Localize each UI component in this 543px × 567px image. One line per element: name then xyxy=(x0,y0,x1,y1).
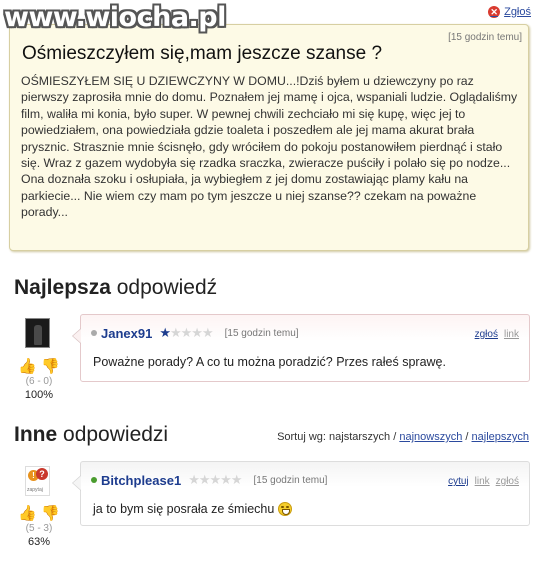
best-answer-heading: Najlepsza odpowiedź xyxy=(14,276,217,300)
best-answer-card: Janex91 ★★★★★ [15 godzin temu] zgłoś lin… xyxy=(72,314,530,382)
sort-separator: / xyxy=(465,431,469,443)
question-time: [15 godzin temu] xyxy=(448,32,522,43)
rating-stars: ★★★★★ xyxy=(159,325,213,340)
vote-panel: 👍 👎 (6 - 0) 100% xyxy=(18,357,60,401)
report-question-link[interactable]: ✕ Zgłoś xyxy=(488,6,531,18)
answer-text-row: ja to bym się posrała ze śmiechu xyxy=(93,502,293,516)
other-heading-rest: odpowiedzi xyxy=(63,423,169,446)
avatar[interactable] xyxy=(25,318,50,348)
vote-percent: 63% xyxy=(27,536,51,548)
avatar[interactable]: !? zapytaj xyxy=(25,466,50,496)
answer-link[interactable]: link xyxy=(475,476,490,487)
grin-smiley-icon xyxy=(278,502,293,516)
rating-stars: ★★★★★ xyxy=(188,472,242,487)
sort-newest-link[interactable]: najnowszych xyxy=(399,431,462,443)
site-watermark: www.wiocha.pl xyxy=(4,2,226,33)
sort-prefix: Sortuj wg: najstarszych / xyxy=(277,431,397,443)
question-box: [15 godzin temu] Ośmieszczyłem się,mam j… xyxy=(9,24,529,251)
vote-panel: 👍 👎 (5 - 3) 63% xyxy=(18,504,60,548)
vote-percent: 100% xyxy=(24,389,54,401)
answer-username[interactable]: Bitchplease1 xyxy=(101,473,181,488)
sort-options: Sortuj wg: najstarszych / najnowszych / … xyxy=(277,431,529,443)
answer-link[interactable]: link xyxy=(504,329,519,340)
thumbs-up-icon[interactable]: 👍 xyxy=(18,357,37,375)
quote-answer-link[interactable]: cytuj xyxy=(448,476,469,487)
best-heading-bold: Najlepsza xyxy=(14,276,111,299)
question-body: OŚMIESZYŁEM SIĘ U DZIEWCZYNY W DOMU...!D… xyxy=(21,74,518,220)
other-heading-bold: Inne xyxy=(14,423,58,446)
answer-card: Bitchplease1 ★★★★★ [15 godzin temu] cytu… xyxy=(72,461,530,526)
answer-text: ja to bym się posrała ze śmiechu xyxy=(93,502,275,516)
other-answers-heading: Inne odpowiedzi xyxy=(14,423,168,447)
report-label: Zgłoś xyxy=(504,6,531,18)
report-answer-link[interactable]: zgłoś xyxy=(475,329,498,340)
thumbs-down-icon[interactable]: 👎 xyxy=(41,357,60,375)
answer-time: [15 godzin temu] xyxy=(224,327,299,339)
vote-counts: (6 - 0) xyxy=(25,376,53,387)
sort-best-link[interactable]: najlepszych xyxy=(472,431,529,443)
thumbs-up-icon[interactable]: 👍 xyxy=(18,504,37,522)
status-dot xyxy=(91,330,97,336)
best-heading-rest: odpowiedź xyxy=(116,276,218,299)
thumbs-down-icon[interactable]: 👎 xyxy=(41,504,60,522)
answer-time: [15 godzin temu] xyxy=(253,474,328,486)
close-icon: ✕ xyxy=(488,6,501,18)
vote-counts: (5 - 3) xyxy=(25,523,53,534)
status-dot xyxy=(91,477,97,483)
question-title: Ośmieszczyłem się,mam jeszcze szanse ? xyxy=(22,43,383,64)
answer-username[interactable]: Janex91 xyxy=(101,326,152,341)
report-answer-link[interactable]: zgłoś xyxy=(496,476,519,487)
answer-text: Poważne porady? A co tu można poradzić? … xyxy=(93,355,446,369)
